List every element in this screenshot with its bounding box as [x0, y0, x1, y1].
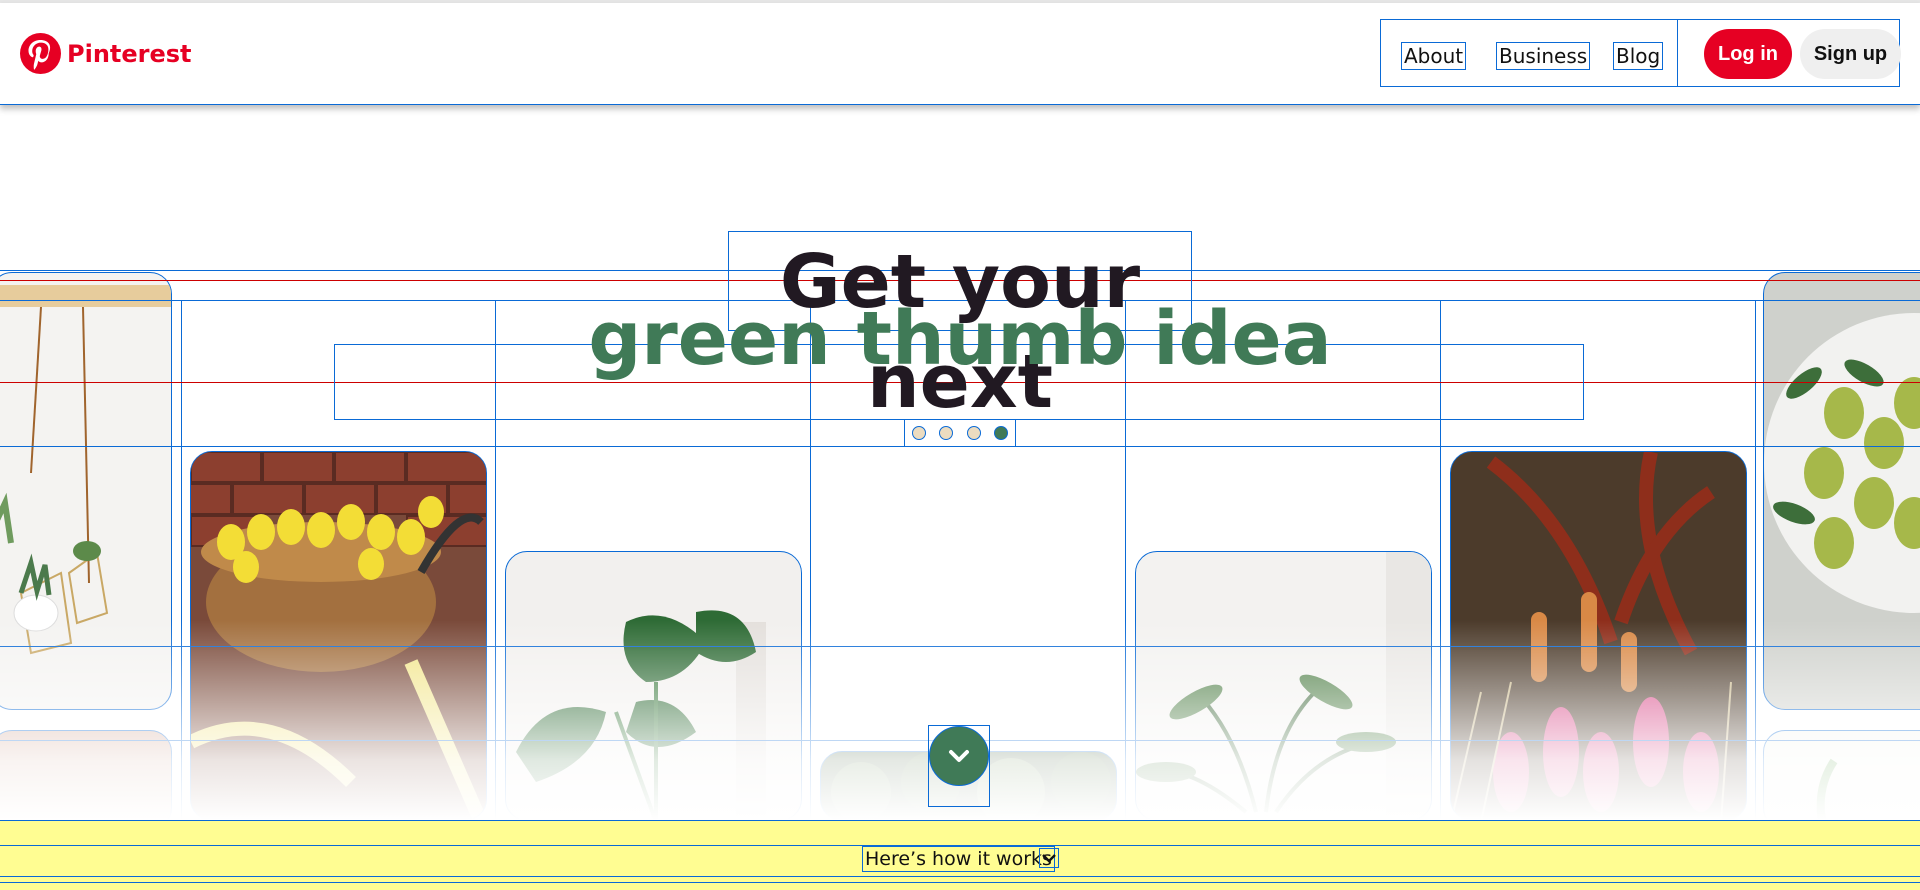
- sprout-tile[interactable]: [1763, 730, 1920, 830]
- palm-plant-tile[interactable]: [1135, 551, 1432, 821]
- portrait-tile[interactable]: [0, 730, 172, 830]
- hanging-planters-tile[interactable]: [0, 272, 172, 710]
- carousel-dot-4[interactable]: [994, 426, 1009, 440]
- monstera-plant-tile[interactable]: [505, 551, 802, 821]
- nav-blog-link[interactable]: Blog: [1613, 42, 1664, 70]
- monstera-icon: [516, 610, 766, 820]
- chevron-down-icon[interactable]: [1039, 848, 1059, 868]
- palm-icon: [1136, 552, 1431, 820]
- pinterest-logo-icon: [20, 33, 61, 74]
- bar-line: [0, 876, 1920, 877]
- how-it-works-label[interactable]: Here’s how it works: [862, 846, 1055, 872]
- flowers-icon: [1451, 452, 1746, 820]
- login-button[interactable]: Log in: [1704, 29, 1792, 79]
- pears-icon: [1764, 313, 1920, 613]
- nav-divider: [1677, 20, 1678, 86]
- carousel-dot-1[interactable]: [911, 426, 926, 440]
- chevron-down-icon: [949, 750, 969, 762]
- grid-line: [181, 300, 182, 820]
- carousel-dots: [904, 419, 1016, 447]
- nav-business-link[interactable]: Business: [1496, 42, 1591, 70]
- hanging-planter-icon: [0, 285, 171, 655]
- signup-button[interactable]: Sign up: [1800, 29, 1901, 79]
- tulip-basket-icon: [191, 452, 486, 820]
- scroll-down-button[interactable]: [929, 726, 989, 786]
- tulip-bike-basket-tile[interactable]: [190, 451, 487, 821]
- bar-line: [0, 820, 1920, 821]
- hero-subtitle: green thumb idea: [588, 296, 1332, 382]
- pinterest-logo-link[interactable]: Pinterest: [20, 30, 192, 77]
- grid-line: [1755, 300, 1756, 820]
- logo-wordmark: Pinterest: [67, 39, 192, 68]
- sprout-icon: [1816, 758, 1838, 829]
- pears-bowl-tile[interactable]: [1763, 272, 1920, 710]
- bar-line: [0, 882, 1920, 883]
- garden-flowers-tile[interactable]: [1450, 451, 1747, 821]
- grid-line: [0, 646, 1920, 647]
- carousel-dot-2[interactable]: [939, 426, 954, 440]
- nav-about-link[interactable]: About: [1401, 42, 1467, 70]
- carousel-dot-3[interactable]: [966, 426, 981, 440]
- site-header: Pinterest About Business Blog: [0, 3, 1920, 105]
